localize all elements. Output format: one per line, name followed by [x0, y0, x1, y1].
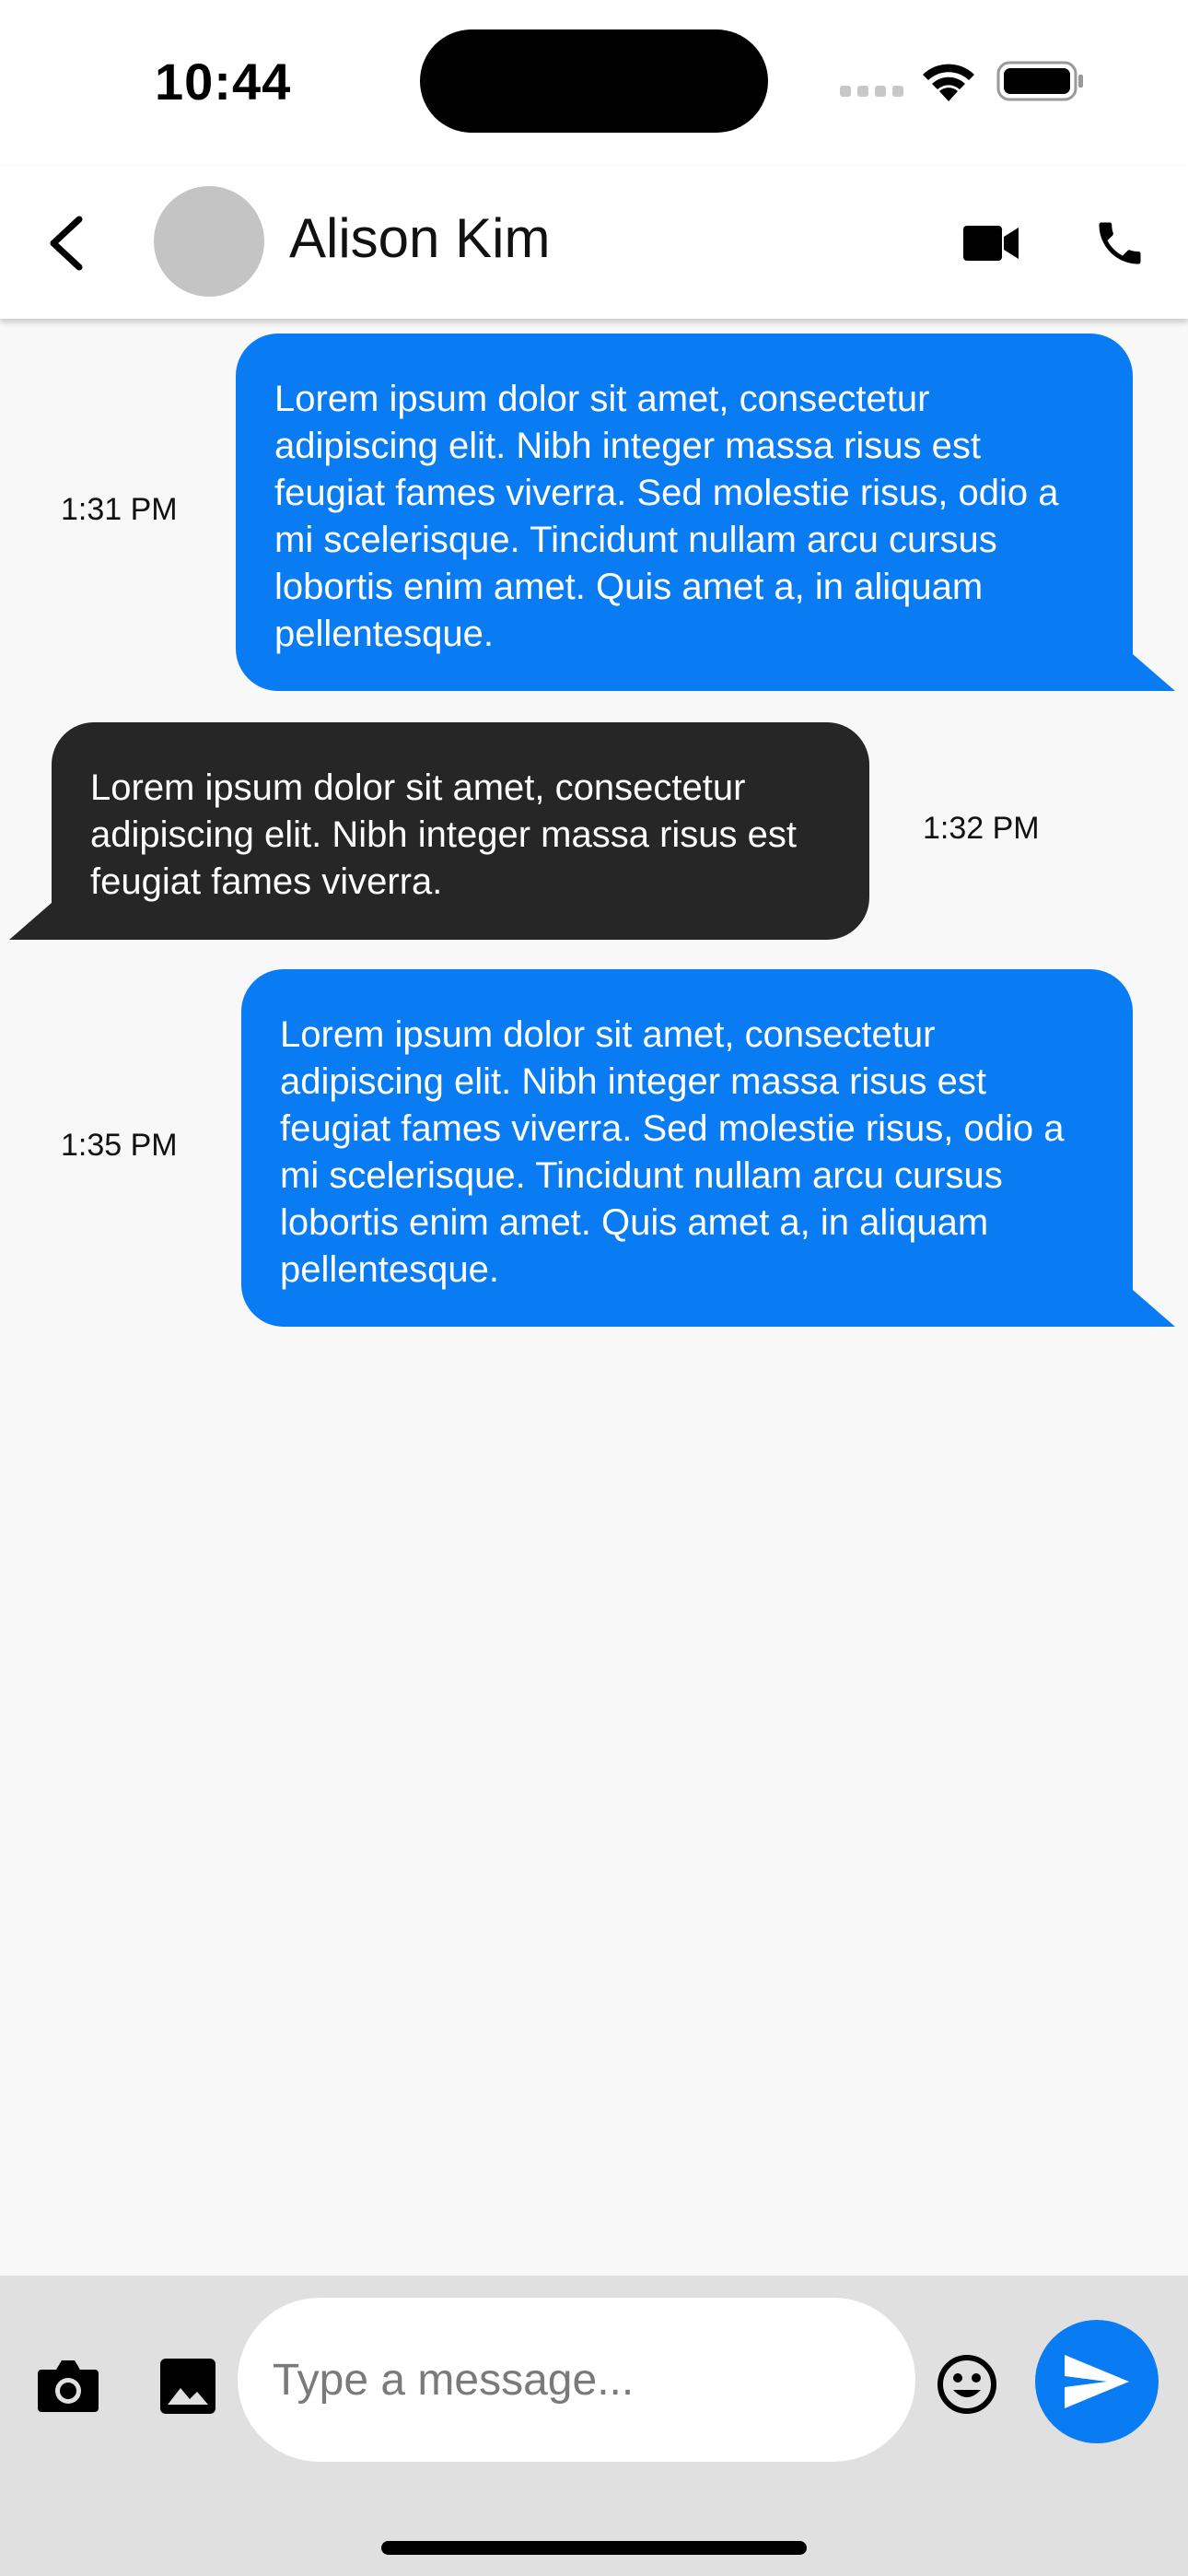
- contact-name: Alison Kim: [289, 207, 551, 269]
- battery-icon: [996, 61, 1083, 101]
- chevron-left-icon: [50, 216, 83, 271]
- message-input[interactable]: [238, 2298, 915, 2462]
- message-text: Lorem ipsum dolor sit amet, consectetur …: [90, 767, 798, 902]
- status-bar: 10:44: [0, 0, 1188, 166]
- signal-icon: [840, 86, 903, 97]
- bubble-tail: [1133, 1290, 1175, 1327]
- status-time: 10:44: [155, 53, 292, 111]
- wifi-icon: [923, 64, 974, 101]
- home-indicator: [381, 2541, 807, 2555]
- sent-message-bubble[interactable]: Lorem ipsum dolor sit amet, consectetur …: [241, 969, 1133, 1327]
- video-camera-icon: [963, 226, 1019, 261]
- send-button[interactable]: [1035, 2320, 1159, 2443]
- back-button[interactable]: [33, 205, 99, 282]
- message-list[interactable]: 1:31 PM Lorem ipsum dolor sit amet, cons…: [0, 319, 1188, 2276]
- message-timestamp: 1:32 PM: [923, 811, 1040, 846]
- emoji-button[interactable]: [928, 2346, 1006, 2423]
- camera-button[interactable]: [31, 2349, 105, 2423]
- phone-icon: [1099, 222, 1141, 264]
- chat-header: Alison Kim: [0, 166, 1188, 319]
- send-icon: [1065, 2355, 1129, 2408]
- video-call-button[interactable]: [954, 206, 1028, 280]
- camera-icon: [38, 2360, 99, 2412]
- bubble-tail: [1133, 654, 1175, 691]
- gallery-button[interactable]: [151, 2349, 225, 2423]
- emoji-icon: [938, 2355, 996, 2414]
- message-text: Lorem ipsum dolor sit amet, consectetur …: [274, 379, 1059, 654]
- message-timestamp: 1:35 PM: [61, 1128, 178, 1163]
- bubble-tail: [9, 903, 52, 940]
- avatar[interactable]: [154, 186, 264, 297]
- dynamic-island: [420, 29, 768, 133]
- message-timestamp: 1:31 PM: [61, 492, 178, 527]
- message-text: Lorem ipsum dolor sit amet, consectetur …: [280, 1014, 1065, 1290]
- image-icon: [160, 2359, 215, 2414]
- sent-message-bubble[interactable]: Lorem ipsum dolor sit amet, consectetur …: [236, 334, 1133, 691]
- phone-call-button[interactable]: [1083, 206, 1157, 280]
- message-composer: [0, 2276, 1188, 2576]
- received-message-bubble[interactable]: Lorem ipsum dolor sit amet, consectetur …: [52, 722, 869, 940]
